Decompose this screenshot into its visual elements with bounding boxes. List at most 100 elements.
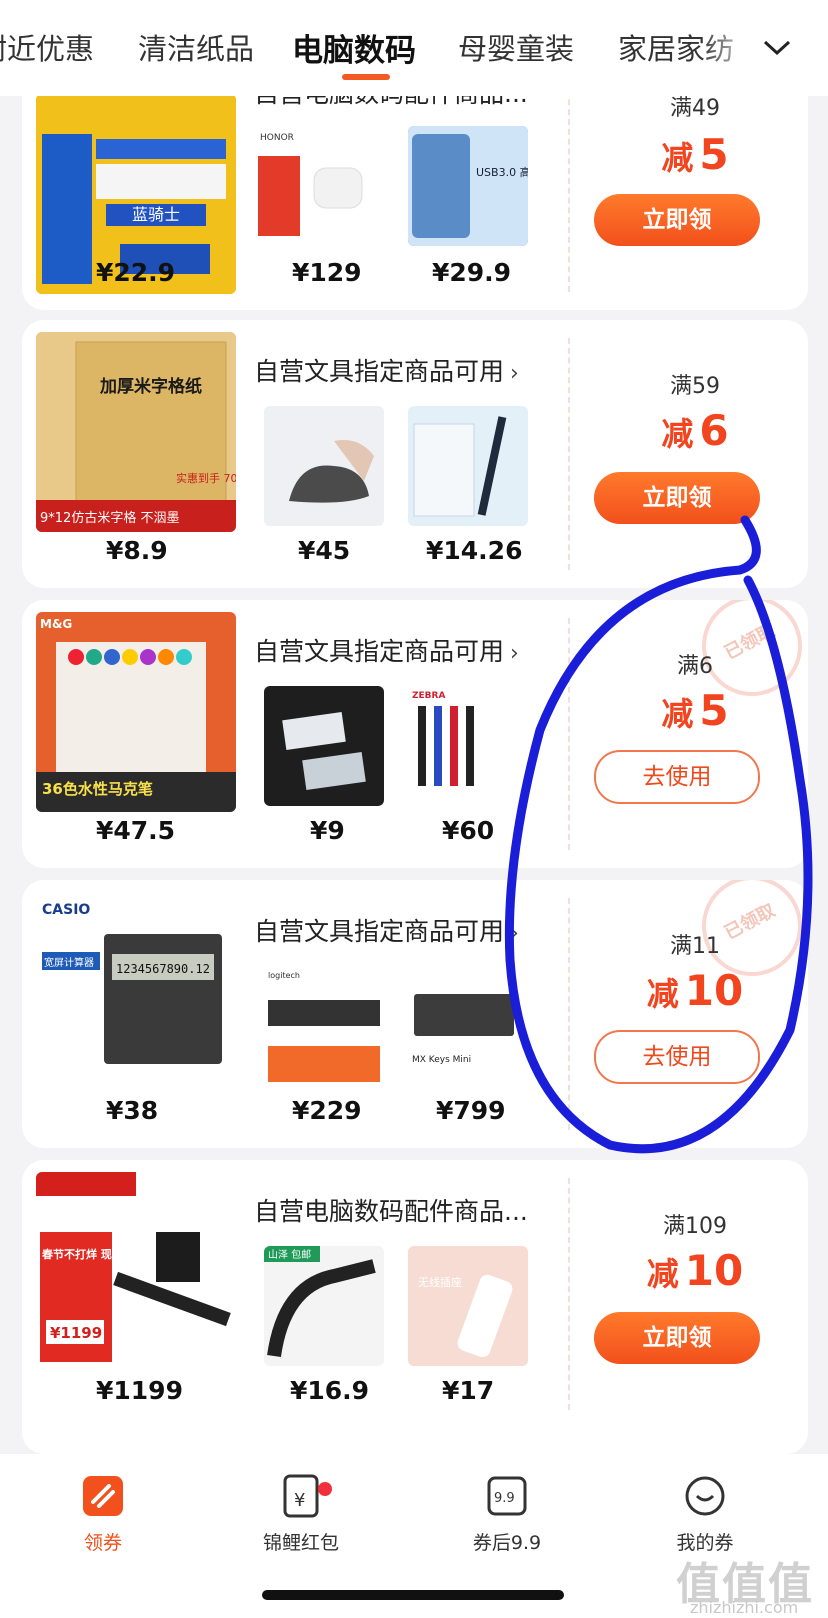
product-image[interactable]: ZEBRA — [408, 686, 528, 806]
product-image-text: 实惠到手 70张 — [176, 471, 236, 485]
nav-red-packet[interactable]: ¥ 锦鲤红包 — [226, 1472, 376, 1555]
tab-cleaning[interactable]: 清洁纸品 — [138, 26, 254, 68]
product-image-text: MX Keys Mini — [412, 1055, 471, 1065]
product-price: ¥29.9 — [432, 258, 512, 287]
tab-computer-digital[interactable]: 电脑数码 — [292, 25, 416, 70]
product-image-text: M&G — [40, 617, 72, 631]
product-price: ¥9 — [310, 816, 345, 845]
coupon-condition: 满59 — [670, 374, 720, 399]
product-image-text: 36色水性马克笔 — [42, 780, 153, 798]
product-image-text: 春节不打烊 现货及时达 — [42, 1247, 156, 1261]
nav-my-coupons[interactable]: 我的券 — [630, 1472, 780, 1555]
product-image-text: 宽屏计算器 — [44, 956, 94, 969]
svg-text:9.9: 9.9 — [494, 1491, 515, 1506]
coupon-condition: 满11 — [670, 934, 720, 959]
ticket-99-icon: 9.9 — [483, 1472, 531, 1520]
red-packet-icon: ¥ — [277, 1472, 325, 1520]
svg-text:¥: ¥ — [294, 1490, 305, 1511]
card-title[interactable]: 自营电脑数码配件商品... — [254, 1192, 528, 1228]
product-image[interactable] — [264, 406, 384, 526]
product-price: ¥229 — [292, 1096, 362, 1125]
product-price: ¥129 — [292, 258, 362, 287]
nav-claim-coupons[interactable]: 领券 — [28, 1472, 178, 1555]
product-image-text: 1234567890.12 — [116, 962, 210, 976]
coupon-condition: 满6 — [677, 654, 713, 679]
product-image[interactable] — [264, 686, 384, 806]
tabs-scroller[interactable]: 附近优惠 清洁纸品 电脑数码 母婴童装 家居家纺 — [0, 0, 740, 96]
coupon-amount: 减5 — [661, 686, 729, 735]
tab-nearby[interactable]: 附近优惠 — [0, 26, 94, 68]
product-price: ¥38 — [106, 1096, 159, 1125]
chevron-down-icon — [763, 40, 791, 56]
tabs-fade — [700, 0, 760, 96]
product-price: ¥60 — [442, 816, 495, 845]
active-tab-indicator — [342, 74, 390, 80]
expand-tabs-button[interactable] — [752, 20, 810, 76]
product-price: ¥47.5 — [96, 816, 176, 845]
product-image[interactable] — [408, 406, 528, 526]
coupon-amount: 减6 — [661, 406, 729, 455]
coupon-card: 加厚米字格纸 9*12仿古米字格 不洇墨 实惠到手 70张 ¥8.9 ¥45 ¥… — [22, 320, 808, 588]
coupon-condition: 满109 — [663, 1214, 727, 1239]
product-image[interactable]: 山泽 包邮 — [264, 1246, 384, 1366]
coupon-amount: 减 10 — [646, 1246, 744, 1295]
nav-label: 领券 — [83, 1532, 122, 1554]
card-divider — [568, 1178, 570, 1410]
product-price: ¥1199 — [96, 1376, 183, 1405]
chevron-right-icon: › — [510, 921, 519, 946]
product-price: ¥22.9 — [96, 258, 176, 287]
claim-button[interactable]: 立即领 — [594, 472, 760, 524]
product-price: ¥8.9 — [106, 536, 168, 565]
smiley-icon — [681, 1472, 729, 1520]
product-image[interactable]: HONOR — [254, 126, 374, 246]
nav-label: 券后9.9 — [472, 1532, 542, 1554]
product-price: ¥16.9 — [290, 1376, 370, 1405]
product-image[interactable]: logitech — [264, 966, 384, 1086]
product-image-text: ¥1199 — [50, 1324, 102, 1342]
product-image-main[interactable]: 36色水性马克笔 M&G — [36, 612, 236, 812]
product-image-text: CASIO — [42, 902, 90, 918]
notification-dot — [318, 1482, 332, 1496]
chevron-right-icon: › — [510, 361, 519, 386]
card-divider — [568, 338, 570, 570]
card-divider — [568, 898, 570, 1130]
product-image-text: ZEBRA — [412, 691, 445, 701]
product-image-text: USB3.0 高速传输 — [476, 165, 528, 179]
coupon-amount: 减5 — [661, 130, 729, 179]
card-title[interactable]: 自营文具指定商品可用 › — [254, 912, 519, 948]
watermark-url: zhizhizhi.com — [690, 1598, 799, 1617]
product-image-text: logitech — [268, 971, 300, 980]
product-price: ¥799 — [436, 1096, 506, 1125]
coupon-card: CASIO 1234567890.12 宽屏计算器 logitech MX Ke… — [22, 880, 808, 1148]
coupon-amount: 减 10 — [646, 966, 744, 1015]
use-button[interactable]: 去使用 — [594, 1030, 760, 1084]
card-title[interactable]: 自营文具指定商品可用 › — [254, 352, 519, 388]
claim-button[interactable]: 立即领 — [594, 194, 760, 246]
claim-button[interactable]: 立即领 — [594, 1312, 760, 1364]
product-image-text: 加厚米字格纸 — [99, 376, 202, 397]
tab-mother-baby[interactable]: 母婴童装 — [458, 26, 574, 68]
product-image-text: 蓝骑士 — [132, 205, 180, 224]
coupon-card: 36色水性马克笔 M&G ZEBRA ¥47.5 ¥9 ¥60 自营文具指定商品… — [22, 600, 808, 868]
nav-after-coupon-99[interactable]: 9.9 券后9.9 — [432, 1472, 582, 1555]
product-image-main[interactable]: 加厚米字格纸 9*12仿古米字格 不洇墨 实惠到手 70张 — [36, 332, 236, 532]
product-image-text: 山泽 包邮 — [268, 1248, 311, 1261]
coupon-icon — [79, 1472, 127, 1520]
home-indicator[interactable] — [262, 1590, 564, 1600]
nav-label: 锦鲤红包 — [262, 1532, 339, 1554]
category-tab-bar: 附近优惠 清洁纸品 电脑数码 母婴童装 家居家纺 — [0, 0, 828, 96]
card-divider — [568, 618, 570, 850]
use-button[interactable]: 去使用 — [594, 750, 760, 804]
product-image-main[interactable]: CASIO 1234567890.12 宽屏计算器 — [36, 892, 236, 1092]
product-price: ¥17 — [442, 1376, 495, 1405]
product-image-text: 无线插座 — [418, 1275, 462, 1289]
product-price: ¥45 — [298, 536, 351, 565]
product-image[interactable]: 无线插座 — [408, 1246, 528, 1366]
chevron-right-icon: › — [510, 641, 519, 666]
card-title[interactable]: 自营文具指定商品可用 › — [254, 632, 519, 668]
product-image-main[interactable]: 春节不打烊 现货及时达 ¥1199 — [36, 1172, 236, 1372]
product-image[interactable]: MX Keys Mini — [408, 966, 528, 1086]
coupon-card: 春节不打烊 现货及时达 ¥1199 山泽 包邮 无线插座 ¥1199 ¥16.9… — [22, 1160, 808, 1454]
product-image[interactable]: USB3.0 高速传输 — [408, 126, 528, 246]
product-image-text: HONOR — [260, 133, 294, 143]
